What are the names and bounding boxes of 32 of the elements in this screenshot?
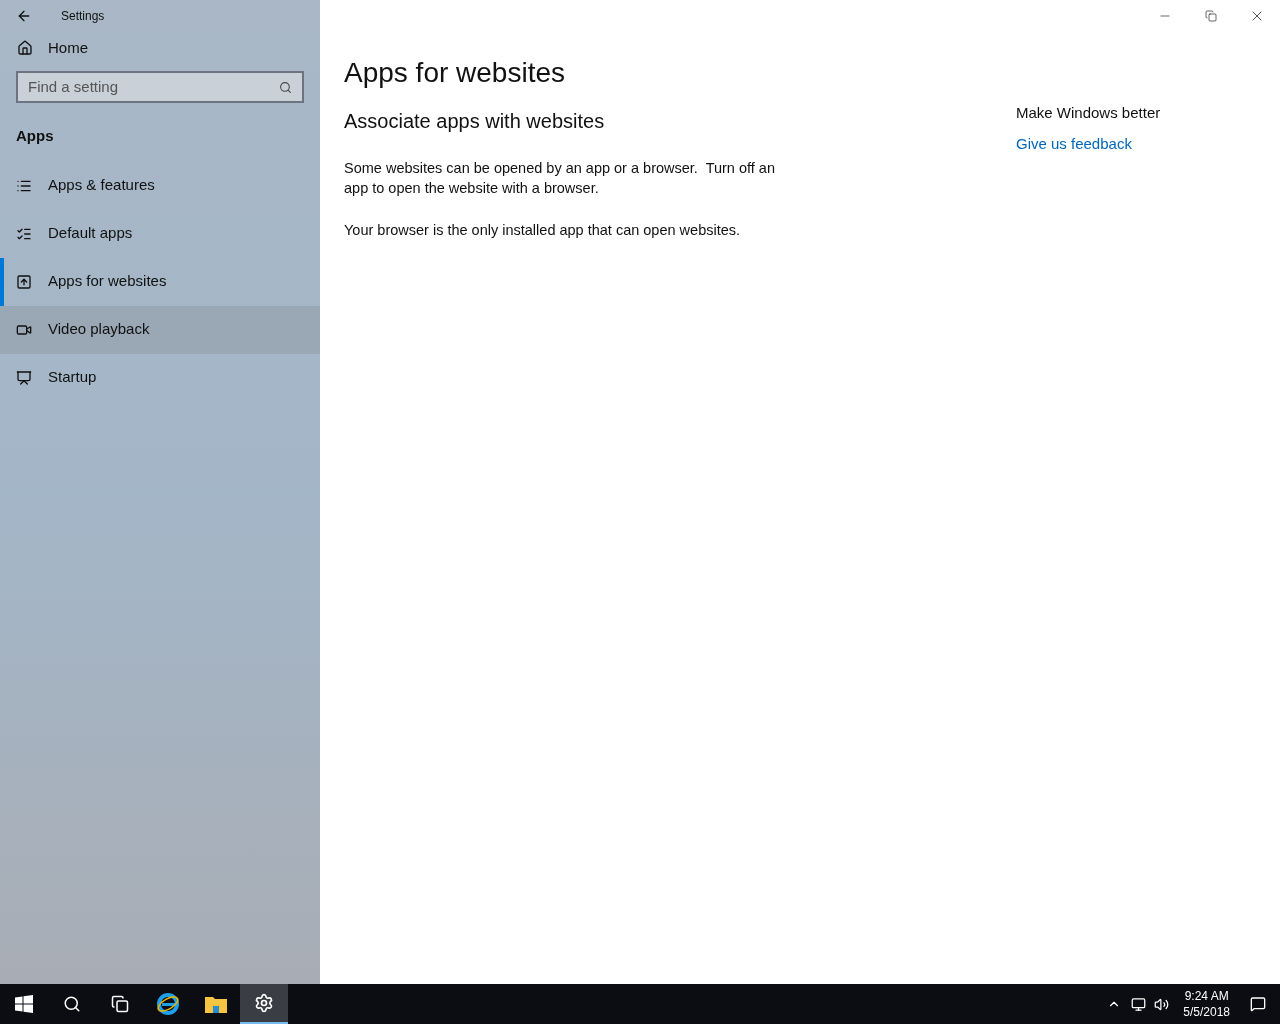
nav-item[interactable]: Startup (0, 353, 320, 402)
upload-square-icon (16, 273, 32, 290)
task-view-icon (111, 995, 129, 1013)
taskbar-button[interactable] (240, 984, 288, 1024)
speaker-icon (1154, 996, 1170, 1012)
settings-gear-icon (254, 993, 274, 1013)
page-title: Apps for websites (344, 56, 566, 90)
search-input[interactable]: Find a setting (28, 75, 279, 99)
description-text: Some websites can be opened by an app or a browser. Turn off an app to open the website with a browser. (344, 159, 776, 198)
search-icon (279, 80, 292, 94)
browser-e-icon (156, 992, 180, 1016)
nav-item[interactable]: Default apps (0, 209, 320, 258)
notifications-icon (1250, 996, 1266, 1012)
nav-item[interactable]: Video playback (0, 305, 320, 354)
search-icon (63, 995, 81, 1013)
feedback-link[interactable]: Give us feedback (1016, 132, 1161, 155)
clock-date: 5/5/2018 (1183, 1004, 1230, 1020)
nav-item[interactable]: Apps & features (0, 161, 320, 210)
section-subtitle: Associate apps with websites (344, 109, 606, 134)
folder-icon (204, 994, 228, 1014)
home-icon (17, 40, 33, 56)
restore-icon (1205, 10, 1217, 22)
clock-time: 9:24 AM (1184, 988, 1229, 1004)
aside-heading: Make Windows better (1016, 103, 1161, 123)
description-text: Your browser is the only installed app that can open websites. (344, 221, 742, 240)
windows-logo-icon (15, 995, 33, 1013)
home-nav-item[interactable]: Home (0, 24, 320, 72)
section-heading: Apps (15, 126, 55, 146)
network-icon (1131, 996, 1147, 1012)
monitor-stand-icon (16, 369, 32, 386)
window-title: Settings (61, 8, 105, 25)
search-field[interactable]: Find a setting (16, 71, 304, 103)
